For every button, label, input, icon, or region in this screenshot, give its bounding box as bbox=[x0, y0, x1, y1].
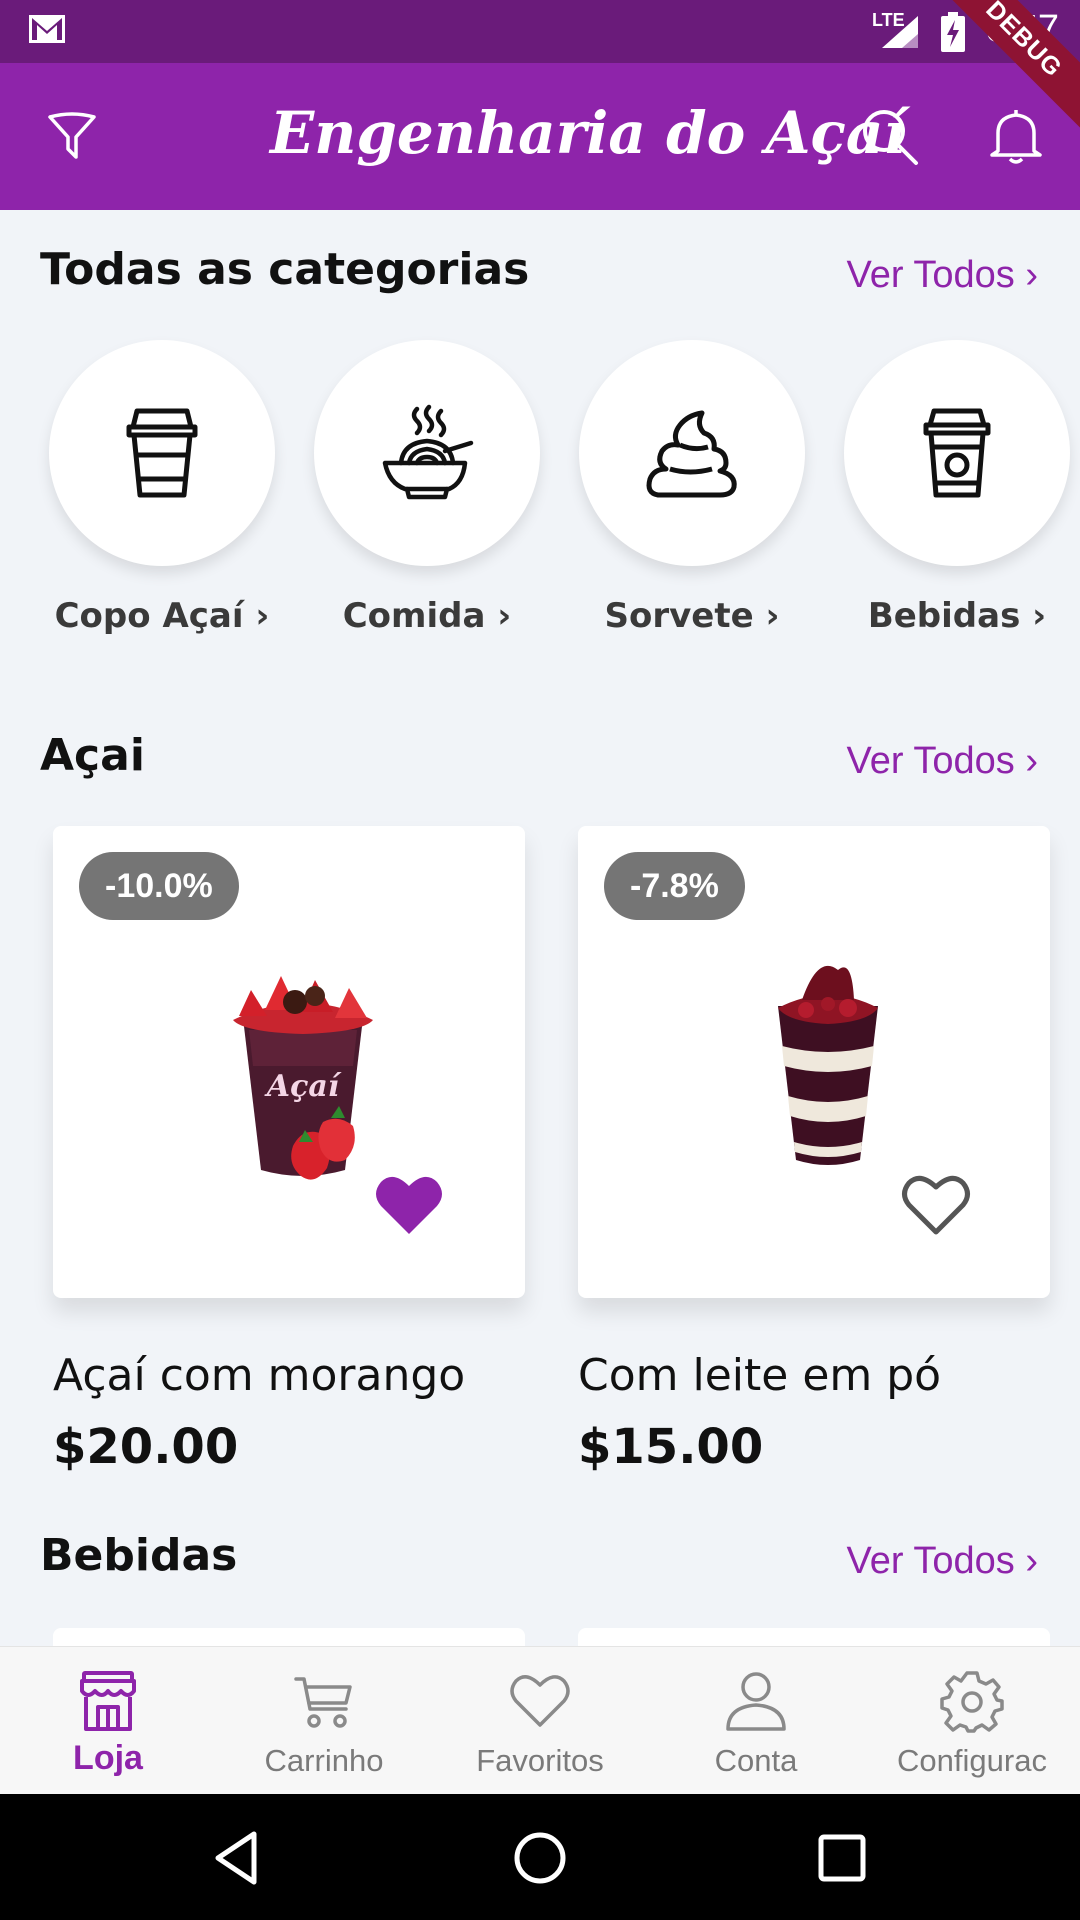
product-card[interactable]: -10.0% Açaí Açaí com morango $20.00 bbox=[53, 826, 525, 1475]
categories-list: Copo Açaí › Comida › Sorvete › Bebidas › bbox=[0, 340, 1080, 660]
nav-carrinho[interactable]: Carrinho bbox=[216, 1647, 432, 1795]
acai-milk-powder-image bbox=[778, 965, 878, 1165]
category-label: Comida › bbox=[342, 596, 512, 636]
product-card[interactable]: -7.8% Com leite em pó $15.00 bbox=[578, 826, 1050, 1475]
svg-text:Açaí: Açaí bbox=[264, 1069, 342, 1104]
discount-badge: -10.0% bbox=[79, 852, 239, 920]
search-icon[interactable] bbox=[860, 107, 920, 167]
category-circle[interactable] bbox=[49, 340, 275, 566]
favorite-heart-outline-icon[interactable] bbox=[900, 1172, 972, 1238]
bowl-icon bbox=[382, 404, 474, 500]
bottom-navigation: Loja Carrinho Favoritos Conta Configurac bbox=[0, 1646, 1080, 1794]
product-image-card[interactable]: -7.8% bbox=[578, 826, 1050, 1298]
product-price: $15.00 bbox=[578, 1419, 764, 1475]
product-name: Açaí com morango bbox=[53, 1350, 466, 1401]
categories-see-all-link[interactable]: Ver Todos › bbox=[846, 254, 1038, 297]
home-icon[interactable] bbox=[510, 1828, 570, 1888]
back-icon[interactable] bbox=[208, 1828, 268, 1888]
system-navigation-bar bbox=[0, 1794, 1080, 1920]
nav-label: Loja bbox=[73, 1739, 143, 1777]
nav-favoritos[interactable]: Favoritos bbox=[432, 1647, 648, 1795]
category-label: Sorvete › bbox=[604, 596, 780, 636]
filter-icon[interactable] bbox=[44, 109, 100, 165]
product-name: Com leite em pó bbox=[578, 1350, 942, 1401]
acai-section-title: Açai bbox=[40, 730, 145, 781]
nav-loja[interactable]: Loja bbox=[0, 1647, 216, 1795]
person-icon bbox=[726, 1672, 786, 1731]
signal-icon bbox=[882, 16, 918, 48]
recents-icon[interactable] bbox=[812, 1828, 872, 1888]
category-circle[interactable] bbox=[579, 340, 805, 566]
nav-configuracoes[interactable]: Configurac bbox=[864, 1647, 1080, 1795]
ice-cream-icon bbox=[646, 410, 737, 498]
gear-icon bbox=[940, 1671, 1004, 1733]
store-icon bbox=[80, 1671, 136, 1731]
category-bebidas[interactable]: Bebidas › bbox=[844, 340, 1070, 636]
cart-icon bbox=[294, 1677, 352, 1728]
nav-label: Conta bbox=[714, 1743, 798, 1778]
heart-icon bbox=[510, 1675, 570, 1727]
app-bar: Engenharia do Açaí bbox=[0, 63, 1080, 210]
bebidas-section-title: Bebidas bbox=[40, 1530, 238, 1581]
category-circle[interactable] bbox=[314, 340, 540, 566]
product-image-card[interactable]: -10.0% Açaí bbox=[53, 826, 525, 1298]
discount-badge: -7.8% bbox=[604, 852, 745, 920]
gmail-icon bbox=[29, 15, 65, 43]
app-title: Engenharia do Açaí bbox=[270, 99, 906, 167]
category-circle[interactable] bbox=[844, 340, 1070, 566]
battery-charging-icon bbox=[941, 12, 965, 52]
nav-label: Configurac bbox=[897, 1743, 1047, 1778]
category-label: Bebidas › bbox=[867, 596, 1047, 636]
status-bar: LTE 6:57 bbox=[0, 0, 1080, 63]
category-label: Copo Açaí › bbox=[54, 596, 270, 636]
nav-label: Favoritos bbox=[476, 1743, 604, 1778]
drink-icon bbox=[923, 408, 991, 498]
category-sorvete[interactable]: Sorvete › bbox=[579, 340, 805, 636]
nav-label: Carrinho bbox=[264, 1743, 384, 1778]
acai-strawberry-image: Açaí bbox=[233, 976, 373, 1180]
bell-icon[interactable] bbox=[988, 107, 1044, 167]
bebidas-see-all-link[interactable]: Ver Todos › bbox=[846, 1540, 1038, 1583]
categories-title: Todas as categorias bbox=[40, 244, 530, 295]
cup-icon bbox=[126, 408, 198, 498]
category-copo-acai[interactable]: Copo Açaí › bbox=[49, 340, 275, 636]
category-comida[interactable]: Comida › bbox=[314, 340, 540, 636]
acai-see-all-link[interactable]: Ver Todos › bbox=[846, 740, 1038, 783]
product-price: $20.00 bbox=[53, 1419, 239, 1475]
favorite-heart-filled-icon[interactable] bbox=[373, 1172, 445, 1238]
nav-conta[interactable]: Conta bbox=[648, 1647, 864, 1795]
